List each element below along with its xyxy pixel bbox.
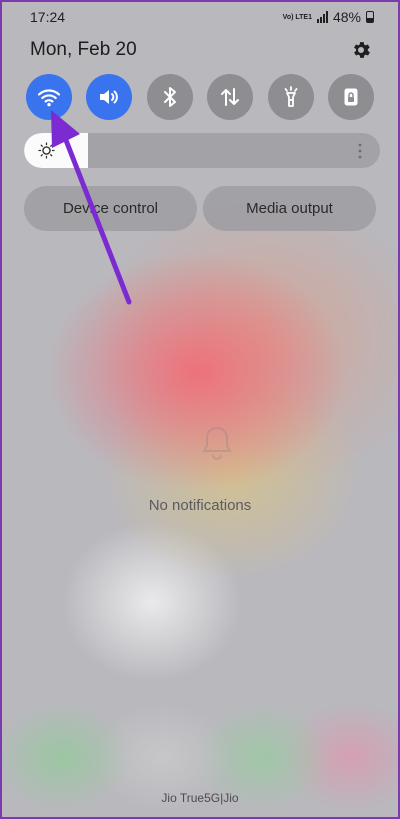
brightness-slider[interactable] [24,133,380,168]
bluetooth-icon [163,87,176,107]
bluetooth-toggle[interactable] [146,74,193,120]
flashlight-toggle[interactable] [267,74,314,120]
brightness-level [24,133,89,168]
status-icons: Vo) LTE1 48% [283,9,374,25]
notification-bell-icon [202,426,232,460]
signal-icon [316,11,328,23]
notification-shade: 17:24 Vo) LTE1 48% Mon, Feb 20 Device co… [0,0,400,819]
device-control-button[interactable]: Device control [24,186,197,231]
gear-icon[interactable] [350,39,372,61]
volume-icon [100,90,119,104]
lock-screen-toggle[interactable] [327,74,374,120]
quick-settings-toggles [26,74,374,120]
mobile-data-toggle[interactable] [207,74,254,120]
no-notifications-text: No notifications [148,497,252,514]
wifi-toggle[interactable] [26,74,72,120]
date-label: Mon, Feb 20 [30,39,137,60]
status-bar: 17:24 Vo) LTE1 48% [30,8,374,26]
sound-toggle[interactable] [86,74,133,120]
carrier-label: Jio True5G|Jio [161,791,239,805]
more-options-icon[interactable] [358,143,362,159]
media-output-button[interactable]: Media output [203,186,376,231]
status-time: 17:24 [30,9,66,25]
network-tag: Vo) LTE1 [282,13,312,21]
battery-percent: 48% [332,9,361,25]
lock-icon [344,88,358,106]
battery-icon [366,11,374,23]
data-transfer-icon [221,88,240,106]
quick-panel-buttons: Device control Media output [24,186,376,231]
annotation-arrow [51,110,132,305]
flashlight-icon [284,86,297,107]
brightness-icon [38,142,55,159]
date-row: Mon, Feb 20 [30,38,372,62]
wifi-icon [37,89,61,107]
